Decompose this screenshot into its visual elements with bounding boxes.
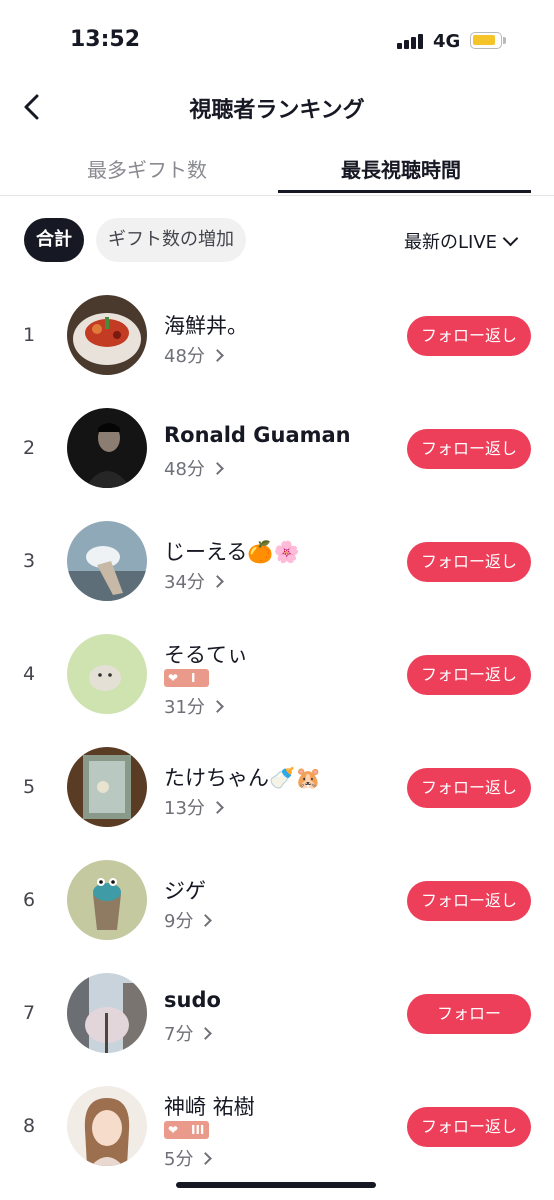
duration-label: 48分: [164, 346, 205, 367]
sort-dropdown[interactable]: 最新のLIVE: [404, 228, 519, 254]
home-indicator: [176, 1182, 376, 1188]
duration-label: 7分: [164, 1024, 194, 1045]
network-label: 4G: [433, 31, 461, 52]
rank-number: 6: [22, 889, 36, 911]
watch-duration[interactable]: 31分: [164, 693, 224, 719]
chevron-down-icon: [502, 230, 519, 247]
follow-back-button[interactable]: フォロー返し: [407, 1107, 531, 1147]
heart-icon: ❤: [168, 1123, 179, 1137]
user-name: たけちゃん🍼🐹: [164, 766, 322, 790]
rank-number: 8: [22, 1115, 36, 1137]
rank-number: 3: [22, 550, 36, 572]
user-name: Ronald Guaman: [164, 423, 351, 447]
rank-number: 5: [22, 776, 36, 798]
chevron-right-icon: [211, 349, 224, 362]
status-bar: 13:52 4G: [0, 0, 554, 80]
user-name: 神崎 祐樹: [164, 1095, 255, 1119]
avatar[interactable]: [67, 521, 147, 601]
user-name: sudo: [164, 988, 221, 1012]
list-item[interactable]: 3 じーえる🍊🌸 34分 フォロー返し: [0, 504, 554, 616]
heart-icon: ❤: [168, 671, 179, 685]
user-name: じーえる🍊🌸: [164, 540, 300, 564]
user-name: ジゲ: [164, 879, 206, 903]
follow-back-button[interactable]: フォロー返し: [407, 881, 531, 921]
follow-back-button[interactable]: フォロー返し: [407, 429, 531, 469]
page-title: 視聴者ランキング: [189, 98, 365, 123]
tab-most-gifts[interactable]: 最多ギフト数: [87, 154, 207, 183]
list-item[interactable]: 5 たけちゃん🍼🐹 13分 フォロー返し: [0, 730, 554, 842]
watch-duration[interactable]: 9分: [164, 907, 213, 933]
tab-longest-watch-time[interactable]: 最長視聴時間: [341, 154, 461, 183]
follow-back-button[interactable]: フォロー返し: [407, 655, 531, 695]
chevron-right-icon: [211, 575, 224, 588]
watch-duration[interactable]: 34分: [164, 568, 224, 594]
badge-level: I: [191, 671, 196, 685]
list-item[interactable]: 1 海鮮丼。 48分 フォロー返し: [0, 278, 554, 390]
sort-label: 最新のLIVE: [404, 232, 498, 253]
chevron-right-icon: [199, 914, 213, 927]
list-item[interactable]: 2 Ronald Guaman 48分 フォロー返し: [0, 391, 554, 503]
badge-level: III: [191, 1123, 205, 1137]
filter-bar: 合計 ギフト数の増加 最新のLIVE: [0, 216, 554, 264]
nav-bar: 視聴者ランキング: [0, 80, 554, 136]
avatar[interactable]: [67, 860, 147, 940]
watch-duration[interactable]: 48分: [164, 342, 224, 368]
chevron-right-icon: [211, 801, 224, 814]
avatar[interactable]: [67, 295, 147, 375]
duration-label: 34分: [164, 572, 205, 593]
follow-back-button[interactable]: フォロー返し: [407, 316, 531, 356]
filter-gift-increase-chip[interactable]: ギフト数の増加: [96, 218, 246, 262]
rank-number: 7: [22, 1002, 36, 1024]
avatar[interactable]: [67, 747, 147, 827]
watch-duration[interactable]: 13分: [164, 794, 224, 820]
chevron-right-icon: [211, 462, 224, 475]
rank-number: 2: [22, 437, 36, 459]
avatar[interactable]: [67, 1086, 147, 1166]
duration-label: 48分: [164, 459, 205, 480]
list-item[interactable]: 7 sudo 7分 フォロー: [0, 956, 554, 1068]
duration-label: 31分: [164, 697, 205, 718]
battery-icon: [470, 32, 502, 49]
filter-total-chip[interactable]: 合計: [24, 218, 84, 262]
fan-level-badge: ❤ I: [164, 669, 209, 687]
avatar[interactable]: [67, 634, 147, 714]
signal-icon: [397, 33, 427, 49]
follow-button[interactable]: フォロー: [407, 994, 531, 1034]
list-item[interactable]: 6 ジゲ 9分 フォロー返し: [0, 843, 554, 955]
duration-label: 9分: [164, 911, 194, 932]
duration-label: 5分: [164, 1149, 194, 1170]
watch-duration[interactable]: 5分: [164, 1145, 213, 1171]
user-name: 海鮮丼。: [164, 314, 248, 338]
user-name: そるてぃ: [164, 643, 248, 667]
chevron-right-icon: [199, 1027, 213, 1040]
chevron-right-icon: [211, 700, 224, 713]
active-tab-indicator: [278, 190, 531, 193]
battery-tip: [503, 37, 506, 44]
follow-back-button[interactable]: フォロー返し: [407, 542, 531, 582]
rank-number: 1: [22, 324, 36, 346]
avatar[interactable]: [67, 973, 147, 1053]
avatar[interactable]: [67, 408, 147, 488]
list-item[interactable]: 4 そるてぃ ❤ I 31分 フォロー返し: [0, 617, 554, 729]
rank-number: 4: [22, 663, 36, 685]
follow-back-button[interactable]: フォロー返し: [407, 768, 531, 808]
watch-duration[interactable]: 48分: [164, 455, 224, 481]
status-time: 13:52: [70, 27, 141, 52]
tab-bar: 最多ギフト数 最長視聴時間: [0, 140, 554, 196]
chevron-right-icon: [199, 1152, 213, 1165]
duration-label: 13分: [164, 798, 205, 819]
list-item[interactable]: 8 神崎 祐樹 ❤ III 5分 フォロー返し: [0, 1069, 554, 1181]
fan-level-badge: ❤ III: [164, 1121, 209, 1139]
watch-duration[interactable]: 7分: [164, 1020, 213, 1046]
